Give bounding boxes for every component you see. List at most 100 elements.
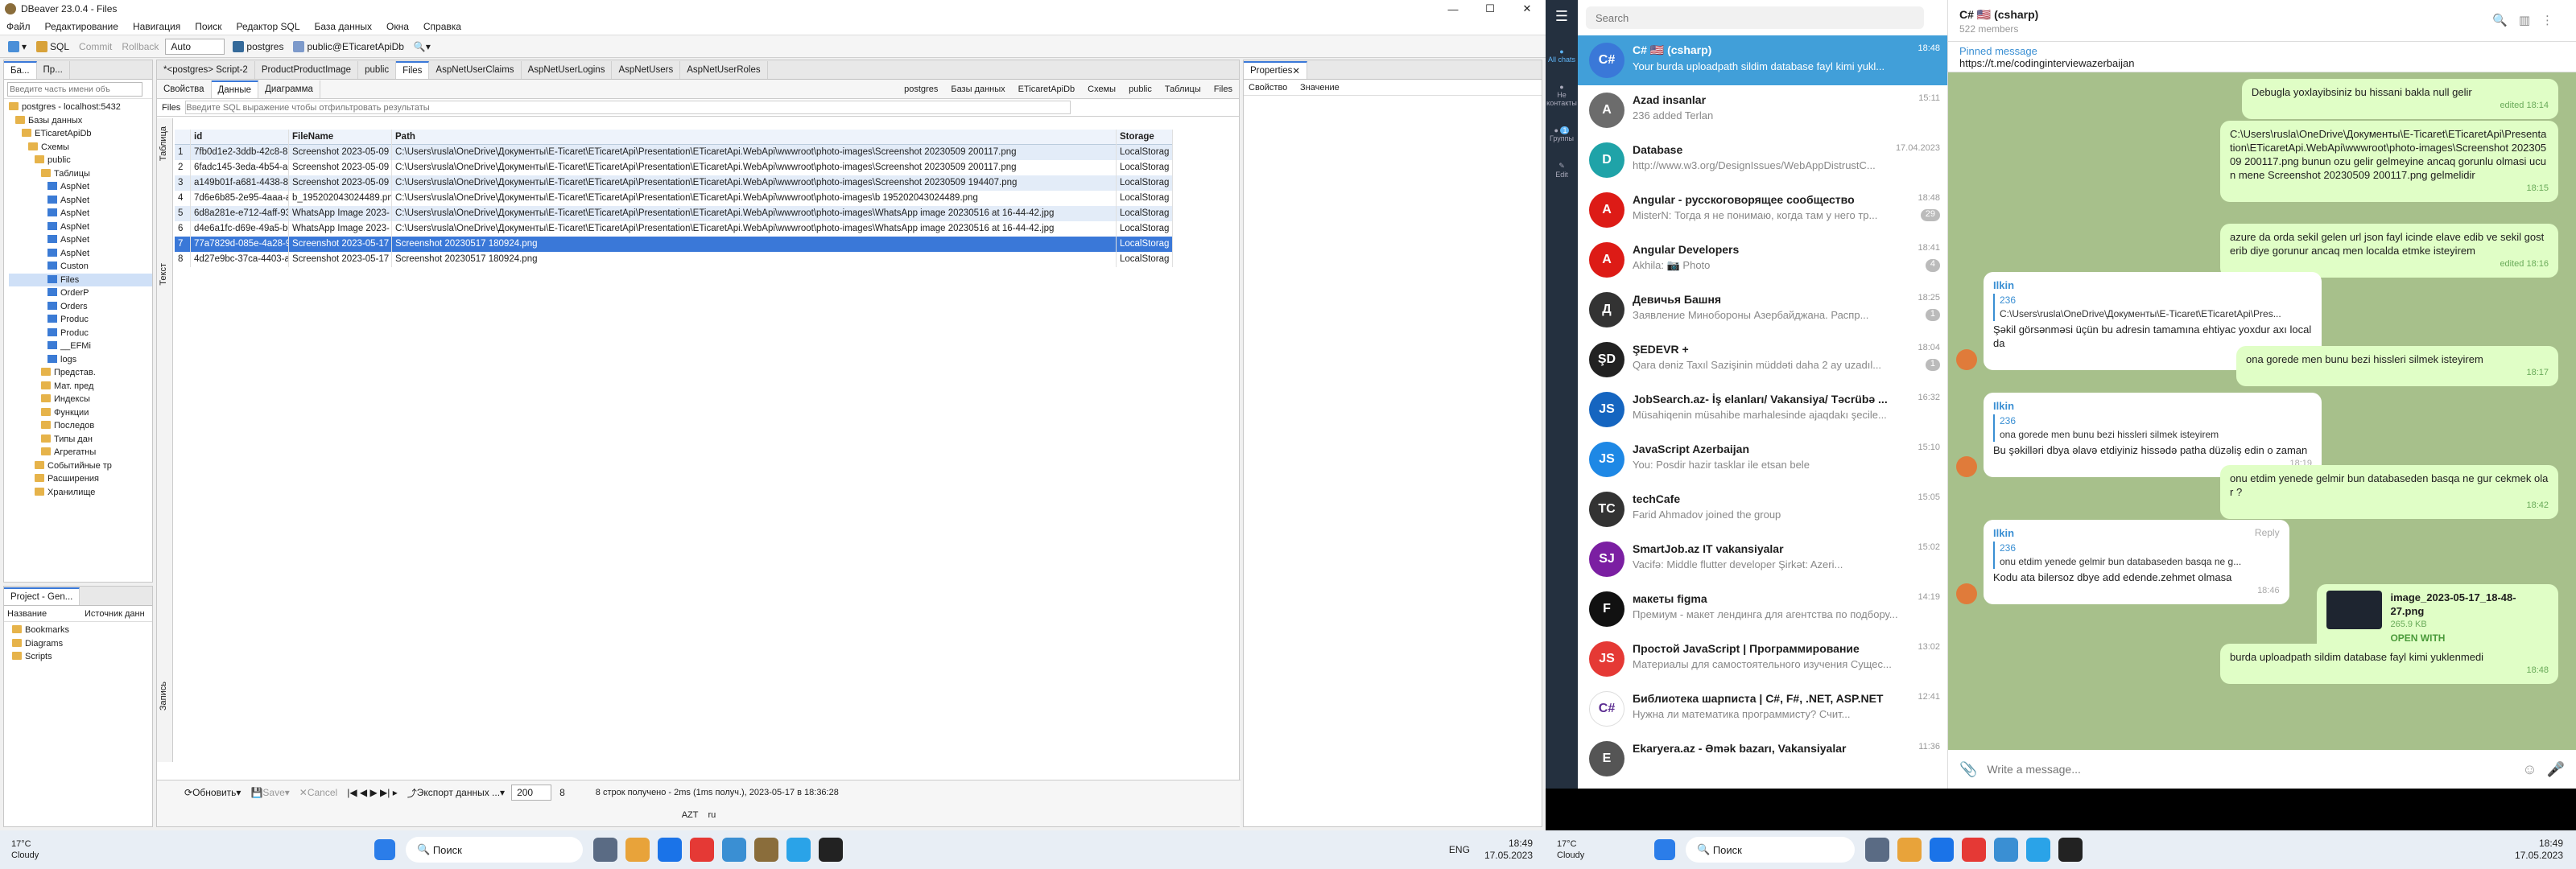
project-item-scripts[interactable]: Scripts	[12, 650, 152, 664]
file-explorer-icon-2[interactable]	[1897, 838, 1922, 862]
table-row[interactable]: 1 7fb0d1e2-3ddb-42c8-8(Screenshot 2023-05…	[175, 145, 1173, 160]
editor-tab[interactable]: AspNetUsers	[612, 61, 681, 79]
tree-node[interactable]: Мат. пред	[9, 380, 152, 393]
table-cell[interactable]: 8	[175, 252, 191, 267]
outgoing-message[interactable]: onu etdim yenede gelmir bun databaseden …	[2220, 465, 2558, 519]
refresh-button[interactable]: ⟳ Обновить ▾	[181, 785, 244, 801]
tree-node[interactable]: AspNet	[9, 194, 152, 208]
transaction-mode-combo[interactable]: Auto	[165, 38, 225, 55]
tree-node[interactable]: Produc	[9, 327, 152, 340]
table-row[interactable]: 6 d4e6a1fc-d69e-49a5-be WhatsApp Image 202…	[175, 221, 1173, 237]
tab-project[interactable]: Project - Gen...	[4, 587, 80, 605]
editor-tab[interactable]: AspNetUserLogins	[522, 61, 613, 79]
more-icon[interactable]: ⋮	[2541, 14, 2565, 27]
reply-quote[interactable]: 236 onu etdim yenede gelmir bun databased…	[1993, 542, 2280, 569]
tree-node[interactable]: logs	[9, 353, 152, 367]
rollback-button[interactable]: Rollback	[118, 39, 162, 55]
tree-node[interactable]: Хранилище	[9, 486, 152, 500]
cancel-button[interactable]: ✕ Cancel	[296, 785, 341, 801]
table-cell[interactable]: 5	[175, 206, 191, 221]
table-row[interactable]: 2 6fadc145-3eda-4b54-ad Screenshot 2023-05…	[175, 160, 1173, 175]
table-cell[interactable]: 77a7829d-085e-4a28-9e	[191, 237, 289, 252]
table-cell[interactable]: a149b01f-a681-4438-8d	[191, 175, 289, 191]
table-cell[interactable]: 1	[175, 145, 191, 160]
reply-quote[interactable]: 236 C:\Users\rusla\OneDrive\Документы\E-T…	[1993, 294, 2312, 321]
side-tab-grid[interactable]: Таблица	[159, 126, 168, 161]
editor-tab[interactable]: Files	[396, 61, 430, 79]
table-cell[interactable]: b_195202043024489.png	[289, 191, 392, 206]
tree-node[interactable]: Таблицы	[9, 167, 152, 181]
editor-tab[interactable]: ProductProductImage	[255, 61, 359, 79]
table-cell[interactable]: WhatsApp Image 2023-	[289, 221, 392, 237]
tree-node[interactable]: public	[9, 154, 152, 167]
tree-node[interactable]: AspNet	[9, 207, 152, 220]
input-lang[interactable]: ENG	[1449, 844, 1470, 855]
tree-node[interactable]: AspNet	[9, 247, 152, 261]
incoming-message[interactable]: Ilkin 236 onu etdim yenede gelmir bun data…	[1956, 520, 2289, 604]
tab-projects[interactable]: Пр...	[37, 61, 70, 79]
chat-title[interactable]: C# 🇺🇸 (csharp)	[1959, 8, 2565, 22]
column-header-storage[interactable]: Storage	[1117, 129, 1173, 145]
table-cell[interactable]: C:\Users\rusla\OneDrive\Документы\E-Tica…	[392, 221, 1117, 237]
search-tool-button[interactable]: 🔍 ▾	[411, 39, 434, 55]
folder-non-contacts[interactable]: ● Не контакты	[1546, 83, 1578, 107]
file-explorer-icon[interactable]	[625, 838, 650, 862]
chat-item[interactable]: E Ekaryera.az - Əmək bazarı, Vakansiyalar…	[1578, 734, 1947, 784]
tree-node[interactable]: Индексы	[9, 393, 152, 406]
sql-button[interactable]: SQL	[33, 39, 72, 55]
maximize-button[interactable]: ☐	[1472, 0, 1509, 18]
tree-node[interactable]: Files	[9, 273, 152, 286]
menu-file[interactable]: Файл	[6, 21, 31, 32]
table-cell[interactable]: 7	[175, 237, 191, 252]
tab-data[interactable]: Данные	[211, 80, 259, 98]
edge-icon[interactable]	[658, 838, 682, 862]
task-view-icon-2[interactable]	[1865, 838, 1889, 862]
chat-item[interactable]: A Azad insanlar 15:11 236 added Terlan	[1578, 85, 1947, 135]
windows-start-icon[interactable]	[374, 839, 395, 860]
terminal-icon-2[interactable]	[2058, 838, 2083, 862]
menu-help[interactable]: Справка	[423, 21, 461, 32]
save-button[interactable]: 💾 Save ▾	[247, 785, 292, 801]
tree-node[interactable]: Событийные тр	[9, 459, 152, 473]
editor-tab[interactable]: AspNetUserRoles	[680, 61, 768, 79]
schema-selector[interactable]: public@ETicaretApiDb	[290, 39, 407, 55]
breadcrumb-item[interactable]: Базы данных	[944, 84, 1011, 94]
task-view-icon[interactable]	[593, 838, 617, 862]
table-cell[interactable]: LocalStorag	[1117, 175, 1173, 191]
tree-node[interactable]: AspNet	[9, 180, 152, 194]
menu-window[interactable]: Окна	[386, 21, 409, 32]
chat-item[interactable]: SJ SmartJob.az IT vakansiyalar 15:02 Vacifə…	[1578, 534, 1947, 584]
table-cell[interactable]: WhatsApp Image 2023-	[289, 206, 392, 221]
breadcrumb-item[interactable]: Files	[1208, 84, 1239, 94]
breadcrumb-item[interactable]: postgres	[898, 84, 944, 94]
tree-node[interactable]: Схемы	[9, 141, 152, 154]
chat-item[interactable]: C# C# 🇺🇸 (csharp) 18:48 Your burda uploadpa…	[1578, 35, 1947, 85]
chat-search-input[interactable]	[1586, 6, 1924, 29]
tree-node[interactable]: Последов	[9, 419, 152, 433]
tree-node[interactable]: Orders	[9, 300, 152, 314]
tree-node[interactable]: Агрегатны	[9, 446, 152, 459]
tab-properties-view[interactable]: Properties ✕	[1244, 61, 1308, 79]
table-cell[interactable]: 6	[175, 221, 191, 237]
table-cell[interactable]: Screenshot 2023-05-17	[289, 237, 392, 252]
minimize-button[interactable]: —	[1435, 0, 1472, 18]
outgoing-message[interactable]: azure da orda sekil gelen url json fayl …	[2220, 224, 2558, 278]
table-cell[interactable]: Screenshot 2023-05-09	[289, 145, 392, 160]
commit-button[interactable]: Commit	[76, 39, 115, 55]
chat-item[interactable]: ŞD ŞEDEVR + 18:04 Qara dəniz Taxıl Sazişini…	[1578, 335, 1947, 385]
folder-all-chats[interactable]: ● All chats	[1546, 47, 1578, 64]
vscode-icon[interactable]	[722, 838, 746, 862]
table-cell[interactable]: 6fadc145-3eda-4b54-ad	[191, 160, 289, 175]
table-cell[interactable]: LocalStorag	[1117, 206, 1173, 221]
tree-node[interactable]: __EFMi	[9, 340, 152, 353]
table-row[interactable]: 7 77a7829d-085e-4a28-9e Screenshot 2023-05…	[175, 237, 1173, 252]
table-cell[interactable]: Screenshot 20230517 180924.png	[392, 237, 1117, 252]
tree-node[interactable]: AspNet	[9, 220, 152, 234]
column-header-path[interactable]: Path	[392, 129, 1117, 145]
project-item-diagrams[interactable]: Diagrams	[12, 637, 152, 651]
terminal-icon[interactable]	[819, 838, 843, 862]
fetch-limit-input[interactable]: 200	[511, 785, 552, 801]
pinned-message[interactable]: Pinned message https://t.me/codinginterv…	[1948, 42, 2576, 72]
table-cell[interactable]: 2	[175, 160, 191, 175]
columns-icon[interactable]: ▥	[2519, 14, 2541, 27]
